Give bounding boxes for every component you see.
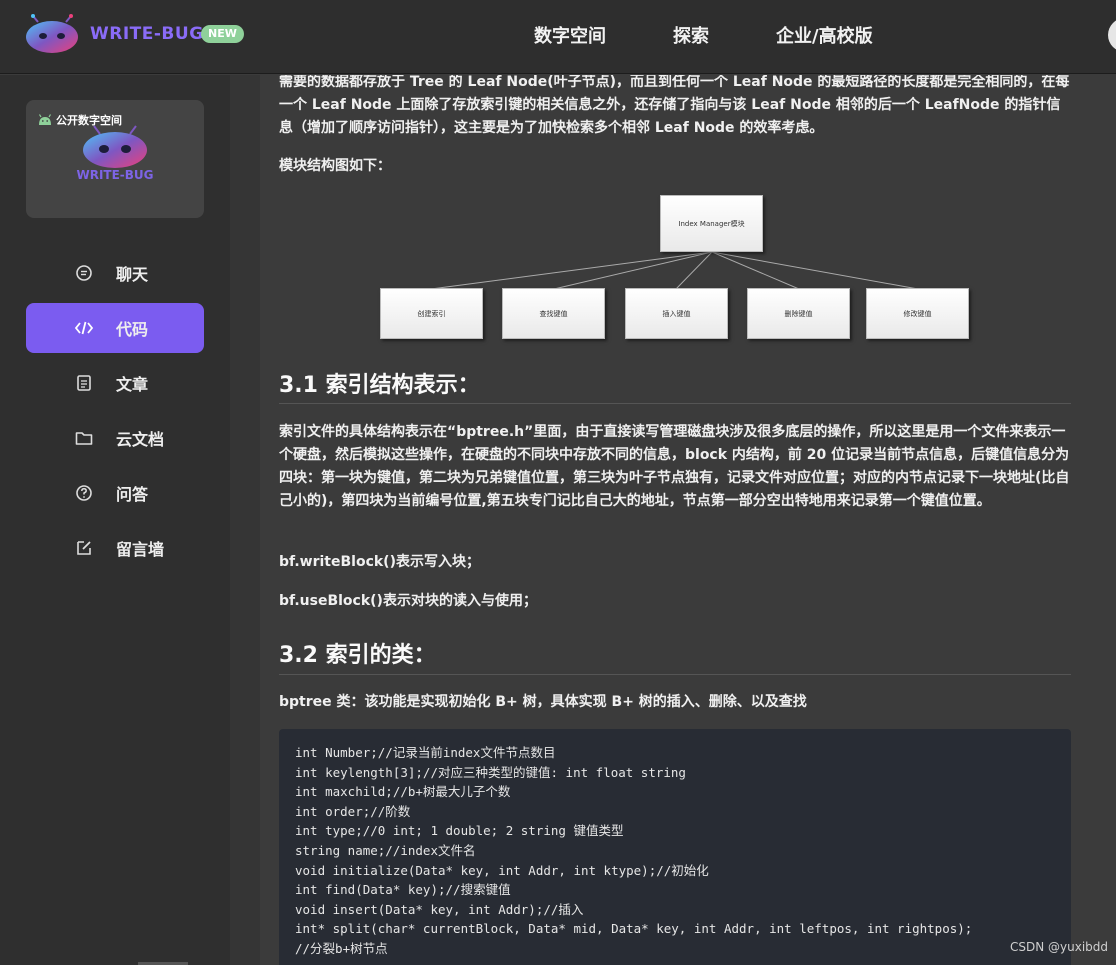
folder-icon: [75, 432, 93, 445]
diagram-caption: 模块结构图如下：: [279, 158, 391, 174]
android-icon: [38, 114, 52, 125]
code-line: int find(Data* key);//搜索键值: [295, 882, 511, 898]
diagram-node-modify: 修改键值: [866, 288, 969, 339]
edit-icon: [77, 541, 91, 555]
intro-paragraph: 需要的数据都存放于 Tree 的 Leaf Node(叶子节点)，而且到任何一个…: [279, 75, 1070, 136]
sidebar-item-code[interactable]: 代码: [26, 303, 204, 353]
user-avatar[interactable]: [1108, 18, 1116, 52]
diagram-node-insert: 插入键值: [625, 288, 728, 339]
question-icon: [76, 485, 92, 501]
code-line: void insert(Data* key, int Addr);//插入: [295, 901, 584, 917]
section-divider: [279, 674, 1071, 675]
nav-enterprise[interactable]: 企业/高校版: [776, 22, 873, 48]
sidebar-item-qa[interactable]: 问答: [26, 468, 204, 518]
sidebar-item-label: 云文档: [116, 430, 165, 449]
code-line: int Number;//记录当前index文件节点数目: [295, 745, 556, 760]
code-line: int keylength[3];//对应三种类型的键值: int float …: [295, 764, 686, 780]
module-structure-diagram: Index Manager模块 创建索引 查找键值 插入键值 删除键值 修改键值: [379, 194, 971, 344]
article-content[interactable]: 需要的数据都存放于 Tree 的 Leaf Node(叶子节点)，而且到任何一个…: [260, 75, 1090, 965]
section-divider: [279, 403, 1071, 404]
sidebar-item-label: 问答: [116, 485, 149, 504]
nav-digital-space[interactable]: 数字空间: [534, 22, 606, 48]
sidebar-item-article[interactable]: 文章: [26, 358, 204, 408]
sidebar-scroll-gutter: [230, 75, 260, 965]
use-block-text: bf.useBlock()表示对块的读入与使用；: [279, 593, 537, 609]
article-icon: [77, 375, 91, 391]
brand-name[interactable]: WRITE-BUG: [90, 24, 204, 44]
diagram-node-delete: 删除键值: [747, 288, 850, 339]
section-title-3-1: 3.1 索引结构表示：: [279, 373, 480, 398]
sidebar-item-label: 代码: [116, 320, 149, 339]
diagram-node-find: 查找键值: [502, 288, 605, 339]
write-block-text: bf.writeBlock()表示写入块；: [279, 554, 480, 570]
code-line: int type;//0 int; 1 double; 2 string 键值类…: [295, 823, 624, 839]
code-line: string name;//index文件名: [295, 842, 476, 858]
section-3-1-body: 索引文件的具体结构表示在“bptree.h”里面，由于直接读写管理磁盘块涉及很多…: [279, 424, 1070, 509]
code-line: int order;//阶数: [295, 803, 411, 819]
sidebar-item-label: 留言墙: [116, 540, 165, 559]
new-badge: NEW: [201, 25, 244, 43]
sidebar-item-message-wall[interactable]: 留言墙: [26, 523, 204, 573]
code-line: int maxchild;//b+树最大儿子个数: [295, 784, 511, 800]
code-icon: [74, 321, 94, 335]
code-block[interactable]: int Number;//记录当前index文件节点数目 int keyleng…: [279, 729, 1071, 965]
public-space-card[interactable]: 公开数字空间 WRITE-BUG: [26, 100, 204, 218]
diagram-node-create: 创建索引: [380, 288, 483, 339]
top-navigation-bar: WRITE-BUG NEW 数字空间 探索 企业/高校版: [0, 0, 1116, 74]
sidebar-item-label: 文章: [116, 375, 149, 394]
space-card-name: WRITE-BUG: [76, 168, 154, 182]
diagram-root-node: Index Manager模块: [660, 195, 763, 252]
nav-explore[interactable]: 探索: [673, 22, 709, 48]
csdn-watermark: CSDN @yuxibdd: [1010, 940, 1109, 954]
sidebar-item-cloud-docs[interactable]: 云文档: [26, 413, 204, 463]
section-3-2-body: bptree 类：该功能是实现初始化 B+ 树，具体实现 B+ 树的插入、删除、…: [279, 694, 807, 710]
sidebar-item-chat[interactable]: 聊天: [26, 248, 204, 298]
sidebar-item-label: 聊天: [116, 265, 149, 284]
code-line: //分裂b+树节点: [295, 940, 388, 956]
section-title-3-2: 3.2 索引的类：: [279, 643, 436, 668]
sidebar: 公开数字空间 WRITE-BUG 聊天 代码 文章 云文档 问答 留言墙: [0, 75, 230, 965]
mascot-icon: [83, 125, 147, 168]
chat-icon: [76, 265, 92, 281]
code-line: void initialize(Data* key, int Addr, int…: [295, 862, 709, 878]
code-line: int* split(char* currentBlock, Data* mid…: [295, 921, 973, 937]
write-bug-logo-icon[interactable]: [24, 14, 80, 54]
